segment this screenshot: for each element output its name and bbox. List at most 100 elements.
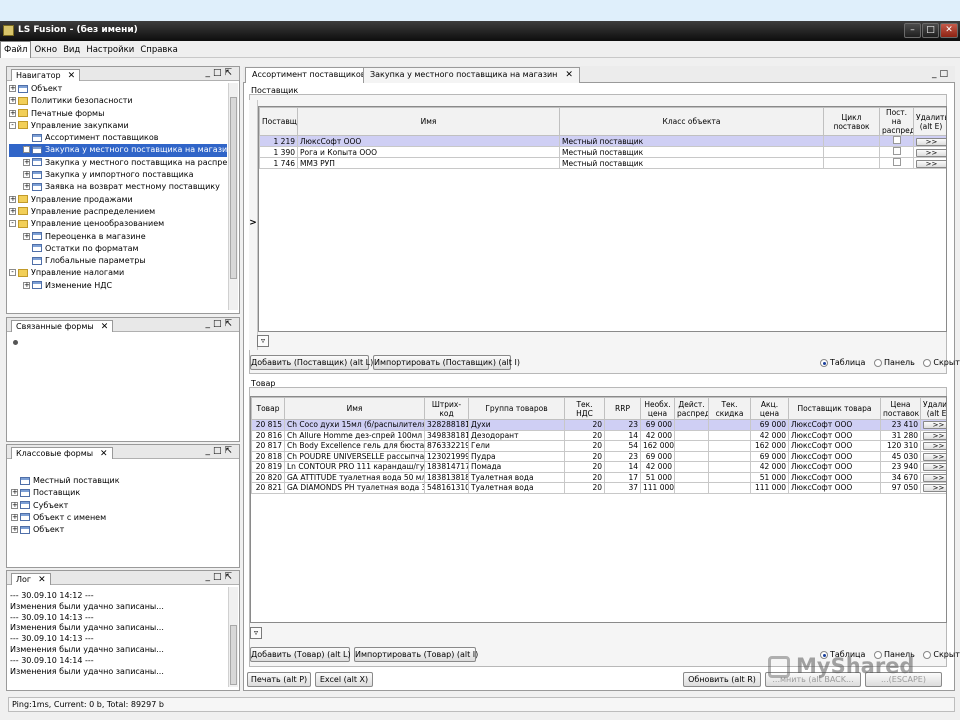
supply-cycle-cell[interactable] bbox=[823, 157, 880, 169]
empty-cell[interactable] bbox=[708, 482, 751, 494]
expander-icon[interactable]: + bbox=[11, 526, 18, 534]
navigator-item[interactable]: - Управление ценообразованием bbox=[9, 218, 227, 230]
delete-row-button[interactable]: >> bbox=[916, 159, 946, 168]
column-header[interactable]: Дейст. распреда bbox=[674, 397, 709, 420]
product-vat-cell[interactable]: 20 bbox=[564, 440, 605, 452]
expander-icon[interactable]: + bbox=[23, 281, 30, 289]
table-row[interactable]: 20 821GA DIAMONDS PH туалетная вода 30мл… bbox=[251, 482, 946, 494]
empty-cell[interactable] bbox=[674, 419, 709, 431]
maximize-button[interactable]: □ bbox=[922, 23, 939, 38]
radio-hide[interactable] bbox=[923, 650, 932, 659]
panel-controls[interactable]: _□ bbox=[932, 69, 951, 79]
empty-cell[interactable] bbox=[708, 471, 751, 483]
delete-row-button[interactable]: >> bbox=[923, 484, 946, 493]
navigator-item[interactable]: + Политики безопасности bbox=[9, 95, 227, 107]
table-row[interactable]: 20 820 GA ATTITUDE туалетная вода 50 мл 18… bbox=[251, 471, 946, 483]
product-barcode-cell[interactable]: 123021999... bbox=[424, 450, 469, 462]
product-supplier-cell[interactable]: ЛюксСофт ООО bbox=[788, 440, 881, 452]
expander-icon[interactable]: + bbox=[23, 171, 30, 179]
product-name-cell[interactable]: Ln CONTOUR PRO 111 карандаш/губ ... bbox=[284, 461, 425, 473]
table-row[interactable]: 20 818Ch POUDRE UNIVERSELLE рассыпчата..… bbox=[251, 450, 946, 462]
expander-icon[interactable]: + bbox=[9, 195, 16, 203]
import-supplier-button[interactable]: Импортировать (Поставщик) (alt I) bbox=[373, 355, 520, 370]
product-supply-cell[interactable]: 31 280 bbox=[880, 429, 921, 441]
scroll-thumb[interactable] bbox=[230, 625, 237, 685]
expander-icon[interactable]: + bbox=[11, 501, 18, 509]
product-price-cell[interactable]: 51 000 bbox=[640, 471, 675, 483]
navigator-item[interactable]: + Закупка у местного поставщика на распре… bbox=[9, 157, 227, 169]
product-vat-cell[interactable]: 20 bbox=[564, 482, 605, 494]
radio-hide[interactable] bbox=[923, 358, 932, 367]
product-rrp-cell[interactable]: 23 bbox=[604, 419, 641, 431]
product-group-cell[interactable]: Пудра bbox=[468, 450, 565, 462]
navigator-item[interactable]: + Управление продажами bbox=[9, 194, 227, 206]
product-rrp-cell[interactable]: 54 bbox=[604, 440, 641, 452]
product-supplier-cell[interactable]: ЛюксСофт ООО bbox=[788, 429, 881, 441]
product-supply-cell[interactable]: 34 670 bbox=[880, 471, 921, 483]
product-price-cell[interactable]: 42 000 bbox=[640, 461, 675, 473]
panel-controls[interactable]: _□⇱ bbox=[205, 68, 235, 78]
empty-cell[interactable] bbox=[708, 440, 751, 452]
delete-row-button[interactable]: >> bbox=[923, 473, 946, 482]
product-rrp-cell[interactable]: 37 bbox=[604, 482, 641, 494]
product-id-cell[interactable]: 20 816 bbox=[251, 429, 285, 441]
navigator-item[interactable]: Глобальные параметры bbox=[9, 255, 227, 267]
classforms-tab[interactable]: Классовые формы ✕ bbox=[11, 447, 113, 459]
column-header[interactable]: Пост. на распред. bbox=[879, 107, 914, 136]
product-group-cell[interactable]: Туалетная вода bbox=[468, 471, 565, 483]
product-supply-cell[interactable]: 97 050 bbox=[880, 482, 921, 494]
product-supplier-cell[interactable]: ЛюксСофт ООО bbox=[788, 482, 881, 494]
table-row[interactable]: 1 390 Рога и Копыта ООО Местный поставщик >… bbox=[259, 146, 946, 158]
empty-cell[interactable] bbox=[674, 482, 709, 494]
classform-item[interactable]: Местный поставщик bbox=[11, 475, 227, 487]
expander-icon[interactable]: + bbox=[11, 513, 18, 521]
import-product-button[interactable]: Импортировать (Товар) (alt I) bbox=[354, 647, 478, 662]
product-supply-cell[interactable]: 23 940 bbox=[880, 461, 921, 473]
product-price-cell[interactable]: 69 000 bbox=[640, 450, 675, 462]
product-barcode-cell[interactable]: 548161310... bbox=[424, 482, 469, 494]
navigator-item[interactable]: Остатки по форматам bbox=[9, 243, 227, 255]
refresh-button[interactable]: Обновить (alt R) bbox=[683, 672, 761, 687]
expander-icon[interactable]: + bbox=[23, 146, 30, 154]
supply-cycle-cell[interactable] bbox=[823, 135, 880, 147]
tab-local-purchase[interactable]: Закупка у местного поставщика на магазин… bbox=[363, 67, 580, 83]
product-rrp-cell[interactable]: 14 bbox=[604, 461, 641, 473]
product-group-cell[interactable]: Гели bbox=[468, 440, 565, 452]
supplier-id-cell[interactable]: 1 219 bbox=[259, 135, 298, 147]
product-name-cell[interactable]: GA DIAMONDS PH туалетная вода 30мл bbox=[284, 482, 425, 494]
product-price-cell[interactable]: 69 000 bbox=[640, 419, 675, 431]
column-header[interactable]: Поставщик bbox=[259, 107, 298, 136]
distribution-cell[interactable] bbox=[879, 135, 914, 147]
expander-icon[interactable]: - bbox=[9, 121, 16, 129]
distribution-checkbox[interactable] bbox=[892, 158, 901, 166]
classform-item[interactable]: + Объект bbox=[11, 524, 227, 536]
product-supply-cell[interactable]: 120 310 bbox=[880, 440, 921, 452]
product-price-cell[interactable]: 42 000 bbox=[640, 429, 675, 441]
product-id-cell[interactable]: 20 818 bbox=[251, 450, 285, 462]
product-id-cell[interactable]: 20 815 bbox=[251, 419, 285, 431]
product-name-cell[interactable]: Ch Allure Homme дез-спрей 100мл bbox=[284, 429, 425, 441]
navigator-item[interactable]: + Закупка у импортного поставщика bbox=[9, 169, 227, 181]
column-header[interactable]: Штрих-код bbox=[424, 397, 469, 420]
empty-cell[interactable] bbox=[708, 461, 751, 473]
distribution-cell[interactable] bbox=[879, 146, 914, 158]
distribution-cell[interactable] bbox=[879, 157, 914, 169]
delete-row-button[interactable]: >> bbox=[916, 137, 946, 146]
supplier-class-cell[interactable]: Местный поставщик bbox=[559, 146, 824, 158]
close-icon[interactable]: ✕ bbox=[38, 575, 46, 585]
supplier-id-cell[interactable]: 1 390 bbox=[259, 146, 298, 158]
classform-item[interactable]: + Объект с именем bbox=[11, 512, 227, 524]
navigator-item[interactable]: + Объект bbox=[9, 83, 227, 95]
table-row[interactable]: 20 819 Ln CONTOUR PRO 111 карандаш/губ ..… bbox=[251, 461, 946, 473]
distribution-checkbox[interactable] bbox=[892, 147, 901, 155]
supplier-id-cell[interactable]: 1 746 bbox=[259, 157, 298, 169]
product-name-cell[interactable]: Ch POUDRE UNIVERSELLE рассыпчата... bbox=[284, 450, 425, 462]
empty-cell[interactable] bbox=[674, 461, 709, 473]
product-promo-cell[interactable]: 42 000 bbox=[750, 429, 789, 441]
expander-icon[interactable]: + bbox=[23, 158, 30, 166]
product-id-cell[interactable]: 20 817 bbox=[251, 440, 285, 452]
navigator-item[interactable]: + Изменение НДС bbox=[9, 280, 227, 292]
panel-controls[interactable]: _□⇱ bbox=[205, 446, 235, 456]
empty-cell[interactable] bbox=[674, 450, 709, 462]
menu-view[interactable]: Вид bbox=[60, 42, 83, 58]
